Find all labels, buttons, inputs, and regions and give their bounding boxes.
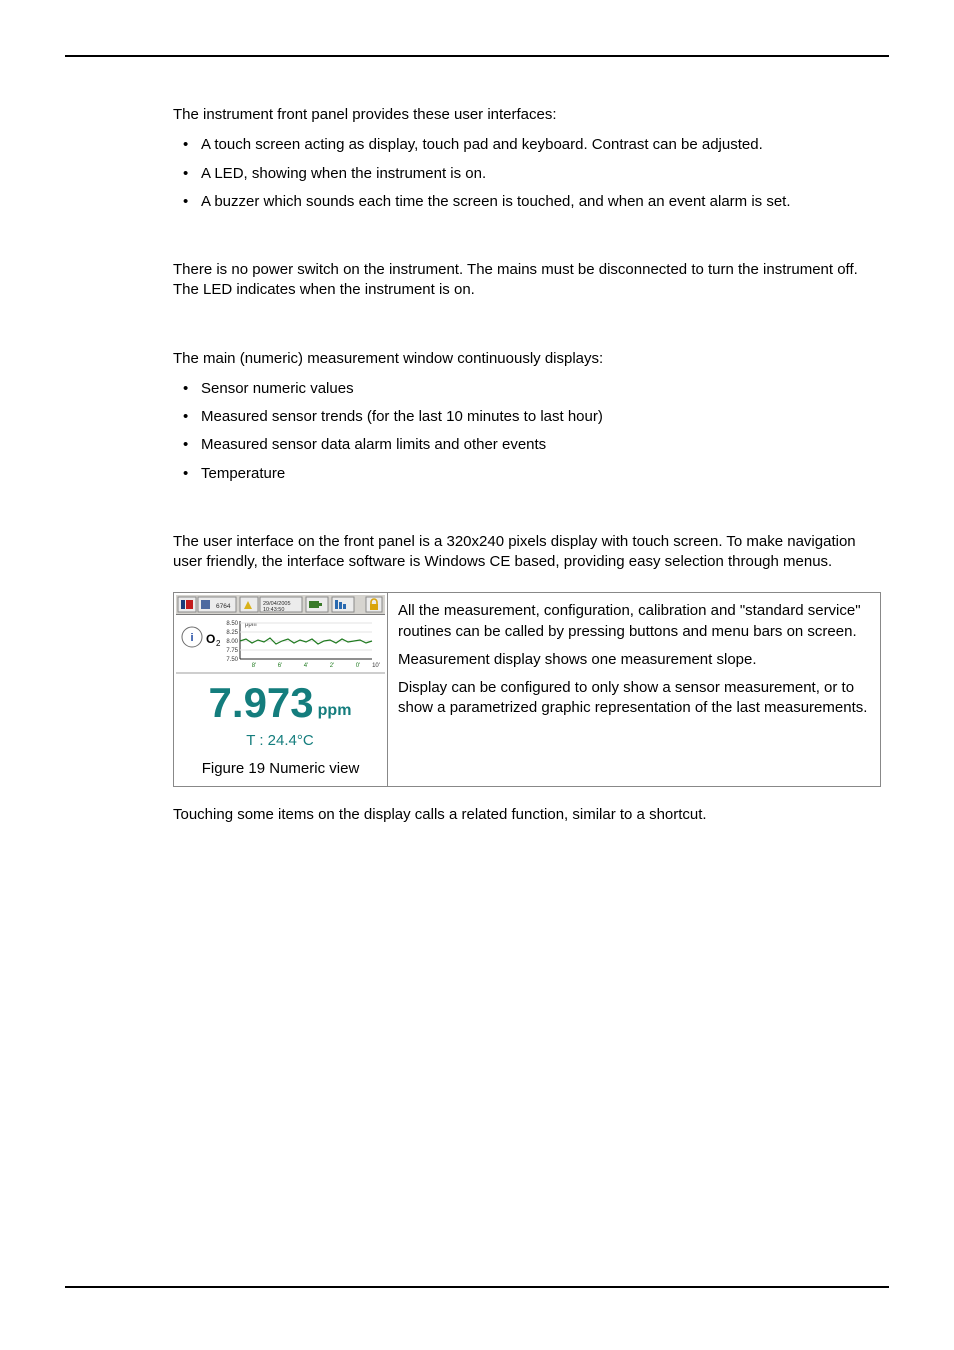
list-item: Temperature bbox=[173, 464, 881, 484]
o2-label: O bbox=[206, 632, 215, 646]
o2-sub: 2 bbox=[216, 639, 221, 648]
desc-paragraph: Display can be configured to only show a… bbox=[398, 678, 870, 719]
header-id: 6764 bbox=[216, 603, 231, 610]
svg-text:6': 6' bbox=[278, 663, 282, 669]
list-item: Measured sensor data alarm limits and ot… bbox=[173, 435, 881, 455]
header-time: 10:43:50 bbox=[263, 607, 284, 613]
svg-text:8.50: 8.50 bbox=[226, 621, 238, 627]
svg-text:7.75: 7.75 bbox=[226, 648, 238, 654]
svg-text:7.50: 7.50 bbox=[226, 657, 238, 663]
main-window-intro: The main (numeric) measurement window co… bbox=[173, 349, 881, 369]
intro-paragraph: The instrument front panel provides thes… bbox=[173, 105, 881, 125]
list-item: A LED, showing when the instrument is on… bbox=[173, 164, 881, 184]
figure-cell: 6764 29/04/2005 10:43:50 bbox=[174, 593, 388, 785]
svg-text:i: i bbox=[190, 632, 193, 644]
figure-caption: Figure 19 Numeric view bbox=[174, 755, 387, 785]
figure-row: 6764 29/04/2005 10:43:50 bbox=[173, 592, 881, 786]
temperature-value: T : 24.4°C bbox=[246, 732, 314, 749]
svg-text:10': 10' bbox=[372, 663, 380, 669]
touch-paragraph: Touching some items on the display calls… bbox=[173, 805, 881, 825]
list-item: A buzzer which sounds each time the scre… bbox=[173, 192, 881, 212]
figure-description: All the measurement, configuration, cali… bbox=[388, 593, 880, 785]
desc-paragraph: Measurement display shows one measuremen… bbox=[398, 650, 870, 670]
svg-text:8.00: 8.00 bbox=[226, 639, 238, 645]
desc-paragraph: All the measurement, configuration, cali… bbox=[398, 601, 870, 642]
list-item: A touch screen acting as display, touch … bbox=[173, 135, 881, 155]
svg-text:4': 4' bbox=[304, 663, 308, 669]
displays-list: Sensor numeric values Measured sensor tr… bbox=[173, 379, 881, 484]
svg-text:0': 0' bbox=[356, 663, 360, 669]
interfaces-list: A touch screen acting as display, touch … bbox=[173, 135, 881, 212]
power-paragraph: There is no power switch on the instrume… bbox=[173, 260, 881, 301]
list-item: Sensor numeric values bbox=[173, 379, 881, 399]
svg-text:8.25: 8.25 bbox=[226, 630, 238, 636]
svg-text:2': 2' bbox=[330, 663, 334, 669]
numeric-view-screenshot: 6764 29/04/2005 10:43:50 bbox=[176, 595, 385, 755]
list-item: Measured sensor trends (for the last 10 … bbox=[173, 407, 881, 427]
svg-text:8': 8' bbox=[252, 663, 256, 669]
ui-description-paragraph: The user interface on the front panel is… bbox=[173, 532, 881, 573]
